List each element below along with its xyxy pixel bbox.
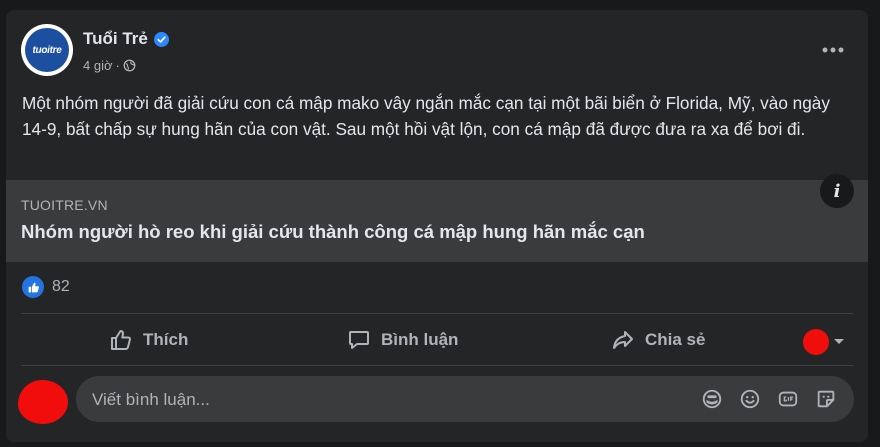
meta-separator: · — [115, 58, 120, 73]
link-domain: TUOITRE.VN — [21, 197, 108, 213]
reaction-summary[interactable]: 82 — [22, 276, 70, 298]
info-icon: i — [833, 180, 841, 202]
like-label: Thích — [143, 330, 189, 349]
emoji-icon — [740, 389, 760, 409]
post-header: tuoitre Tuổi Trẻ 4 giờ · — [21, 24, 851, 78]
page-name: Tuổi Trẻ — [83, 29, 148, 48]
post-time[interactable]: 4 giờ — [83, 58, 113, 73]
comment-input[interactable] — [90, 376, 594, 424]
sticker-button[interactable] — [814, 387, 838, 411]
globe-icon — [123, 59, 136, 72]
more-options-button[interactable] — [815, 32, 851, 68]
avatar-sticker-icon — [702, 389, 722, 409]
sticker-icon — [817, 390, 835, 408]
chevron-down-icon — [834, 339, 844, 344]
post-text: Một nhóm người đã giải cứu con cá mập ma… — [22, 93, 830, 139]
comment-box[interactable] — [76, 376, 854, 424]
comment-tools — [700, 387, 838, 411]
comment-icon — [349, 331, 369, 349]
share-button[interactable]: Chia sẻ — [611, 323, 705, 357]
link-title: Nhóm người hò reo khi giải cứu thành côn… — [21, 221, 645, 242]
comment-button[interactable]: Bình luận — [347, 323, 458, 357]
like-reaction-icon — [22, 276, 44, 298]
comment-composer — [18, 376, 858, 426]
comment-label: Bình luận — [381, 330, 459, 349]
action-bar: Thích Bình luận Chia sẻ — [21, 317, 853, 363]
like-icon — [111, 330, 131, 350]
share-label: Chia sẻ — [645, 330, 706, 349]
gif-icon — [778, 391, 798, 407]
page-logo: tuoitre — [25, 28, 69, 72]
info-button[interactable]: i — [820, 174, 854, 208]
verified-icon — [153, 31, 169, 47]
redacted-avatar — [803, 329, 829, 355]
like-button[interactable]: Thích — [109, 323, 188, 357]
divider — [21, 365, 853, 366]
page-avatar[interactable]: tuoitre — [21, 24, 73, 76]
more-icon — [822, 47, 844, 53]
reaction-count: 82 — [52, 278, 70, 295]
avatar-sticker-button[interactable] — [700, 387, 724, 411]
user-avatar[interactable] — [18, 380, 68, 424]
post-card: tuoitre Tuổi Trẻ 4 giờ · Một nhóm người … — [6, 10, 868, 442]
page-name-link[interactable]: Tuổi Trẻ — [83, 29, 169, 49]
link-preview[interactable]: TUOITRE.VN Nhóm người hò reo khi giải cứ… — [6, 174, 868, 262]
gif-button[interactable] — [776, 387, 800, 411]
emoji-button[interactable] — [738, 387, 762, 411]
share-icon — [613, 331, 633, 349]
audience-selector[interactable] — [803, 329, 845, 355]
divider — [21, 313, 853, 314]
post-meta: 4 giờ · — [83, 58, 136, 73]
